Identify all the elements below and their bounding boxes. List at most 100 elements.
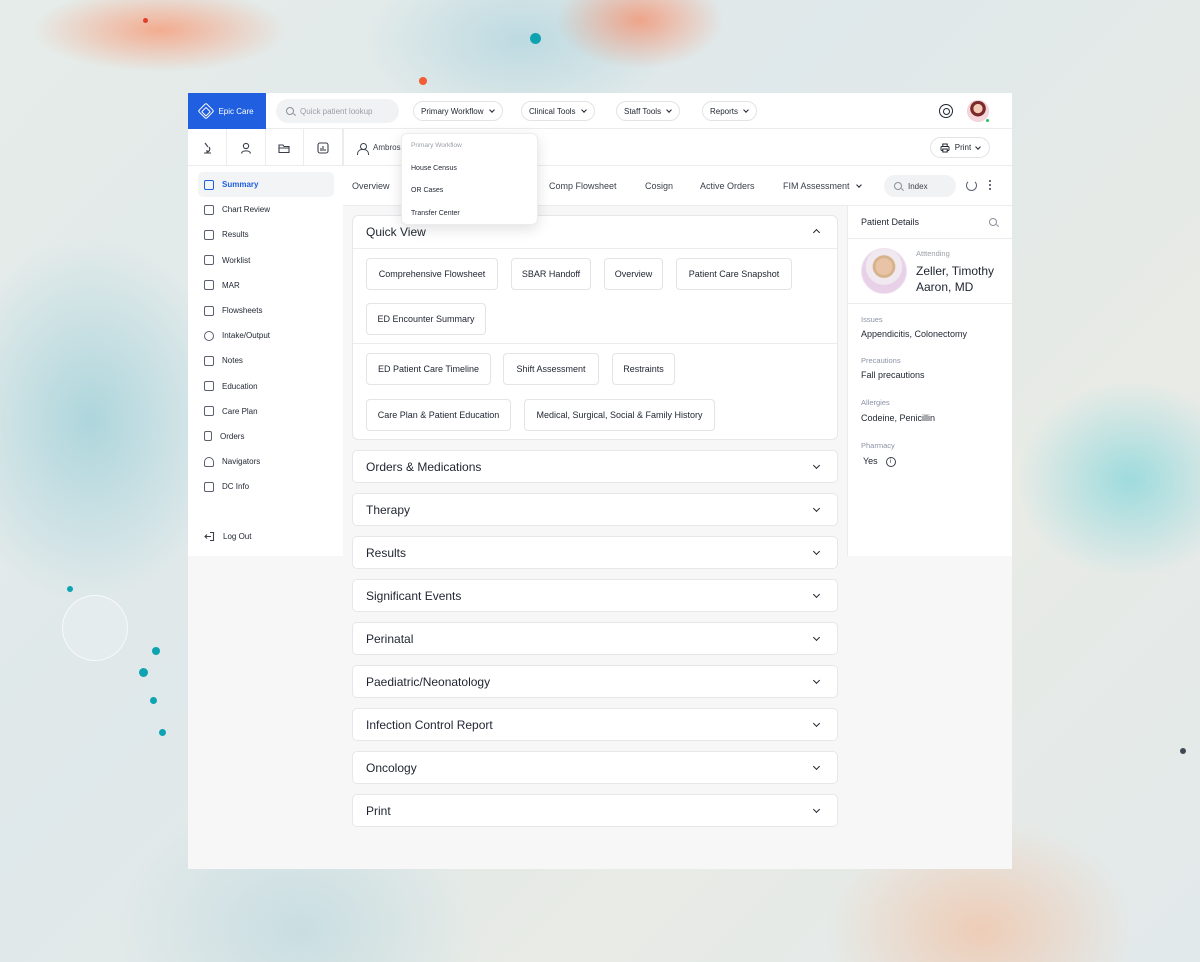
sidebar: Summary Chart Review Results Worklist MA… [188,129,343,556]
paint-dot [1180,748,1186,754]
section-results[interactable]: Results [352,536,838,569]
tab-label: FIM Assessment [783,181,850,191]
section-perinatal[interactable]: Perinatal [352,622,838,655]
chevron-down-icon [488,107,495,113]
quick-btn-medical-history[interactable]: Medical, Surgical, Social & Family Histo… [524,399,715,431]
patient-search[interactable] [276,99,399,123]
paint-dot [67,586,73,592]
sidebar-item-notes[interactable]: Notes [198,348,334,373]
quick-btn-restraints[interactable]: Restraints [612,353,675,385]
print-button[interactable]: Print [930,137,990,158]
quick-view-panel: Quick View Comprehensive Flowsheet SBAR … [352,215,838,440]
section-title: Orders & Medications [366,459,482,474]
sidebar-icon-row [188,129,343,166]
print-label: Print [954,143,972,152]
menu-primary-workflow[interactable]: Primary Workflow [413,101,503,121]
brand[interactable]: Epic Care [188,93,266,129]
sidebar-item-navigators[interactable]: Navigators [198,449,334,474]
tab-label: Active Orders [700,181,755,191]
section-title: Oncology [366,760,417,775]
section-significant-events[interactable]: Significant Events [352,579,838,612]
quick-view-title: Quick View [366,225,426,239]
dropdown-item-transfer-center[interactable]: Transfer Center [402,202,537,225]
worklist-icon [204,255,214,266]
top-bar: Epic Care Primary Workflow Clinical Tool… [188,93,1012,129]
section-title: Perinatal [366,631,414,646]
tab-overview[interactable]: Overview [352,166,390,206]
section-infection-control-report[interactable]: Infection Control Report [352,708,838,741]
report-tab[interactable] [304,129,343,166]
section-therapy[interactable]: Therapy [352,493,838,526]
issues-label: Issues [861,315,883,324]
microscope-tab[interactable] [188,129,227,166]
chevron-down-icon [812,762,821,771]
section-print[interactable]: Print [352,794,838,827]
paint-dot [159,729,166,736]
refresh-icon[interactable] [966,180,977,191]
quick-btn-overview[interactable]: Overview [604,258,663,290]
index-search[interactable]: Index [884,175,956,197]
section-title: Infection Control Report [366,717,493,732]
sidebar-item-worklist[interactable]: Worklist [198,248,334,273]
paint-dot [152,647,160,655]
quick-btn-patient-care-snapshot[interactable]: Patient Care Snapshot [676,258,792,290]
sidebar-item-label: Results [222,230,249,240]
chevron-down-icon [812,676,821,685]
notes-icon [204,355,214,366]
sidebar-item-orders[interactable]: Orders [198,424,334,449]
chevron-down-icon [975,143,982,150]
orders-icon [204,431,212,442]
menu-label: Reports [710,106,739,116]
quick-btn-care-plan-patient-education[interactable]: Care Plan & Patient Education [366,399,511,431]
folder-icon [278,143,290,153]
section-orders-medications[interactable]: Orders & Medications [352,450,838,483]
sidebar-item-flowsheets[interactable]: Flowsheets [198,298,334,323]
education-icon [204,381,214,392]
sidebar-item-label: Care Plan [222,406,258,416]
tab-cosign[interactable]: Cosign [645,166,673,206]
menu-reports[interactable]: Reports [702,101,758,121]
sidebar-item-care-plan[interactable]: Care Plan [198,399,334,424]
dropdown-item-or-cases[interactable]: OR Cases [402,180,537,203]
person-tab[interactable] [227,129,266,166]
settings-gear-icon[interactable] [939,104,953,118]
attending-name: Zeller, Timothy Aaron, MD [916,264,995,294]
sidebar-item-dc-info[interactable]: DC Info [198,474,334,499]
section-oncology[interactable]: Oncology [352,751,838,784]
section-title: Significant Events [366,588,462,603]
quick-btn-ed-patient-care-timeline[interactable]: ED Patient Care Timeline [366,353,491,385]
tab-comp-flowsheet[interactable]: Comp Flowsheet [549,166,617,206]
sidebar-item-results[interactable]: Results [198,222,334,247]
info-icon[interactable]: i [885,456,896,467]
quick-btn-shift-assessment[interactable]: Shift Assessment [503,353,599,385]
pharmacy-value-row: Yes i [863,456,896,467]
folder-tab[interactable] [266,129,305,166]
search-icon[interactable] [989,218,997,226]
more-options-icon[interactable] [989,179,991,191]
logout-button[interactable]: Log Out [204,531,251,542]
quick-btn-comprehensive-flowsheet[interactable]: Comprehensive Flowsheet [366,258,498,290]
quick-btn-ed-encounter-summary[interactable]: ED Encounter Summary [366,303,486,335]
section-paediatric-neonatology[interactable]: Paediatric/Neonatology [352,665,838,698]
sidebar-item-summary[interactable]: Summary [198,172,334,198]
paint-dot [139,668,148,677]
sidebar-item-mar[interactable]: MAR [198,273,334,298]
logo-icon [197,102,215,120]
sidebar-item-intake-output[interactable]: Intake/Output [198,323,334,348]
section-title: Results [366,545,407,560]
tab-active-orders[interactable]: Active Orders [700,166,755,206]
tab-fim-assessment[interactable]: FIM Assessment [783,166,862,206]
mar-icon [204,280,214,291]
menu-label: Primary Workflow [421,106,484,116]
menu-staff-tools[interactable]: Staff Tools [616,101,681,121]
sidebar-item-education[interactable]: Education [198,374,334,399]
dropdown-item-house-census[interactable]: House Census [402,157,537,180]
navigator-icon [204,456,214,467]
sidebar-item-label: Summary [222,180,259,190]
menu-clinical-tools[interactable]: Clinical Tools [521,101,595,121]
patient-search-input[interactable] [300,106,390,116]
chevron-down-icon [812,547,821,556]
care-plan-icon [204,406,214,417]
sidebar-item-chart-review[interactable]: Chart Review [198,197,334,222]
quick-btn-sbar-handoff[interactable]: SBAR Handoff [511,258,591,290]
